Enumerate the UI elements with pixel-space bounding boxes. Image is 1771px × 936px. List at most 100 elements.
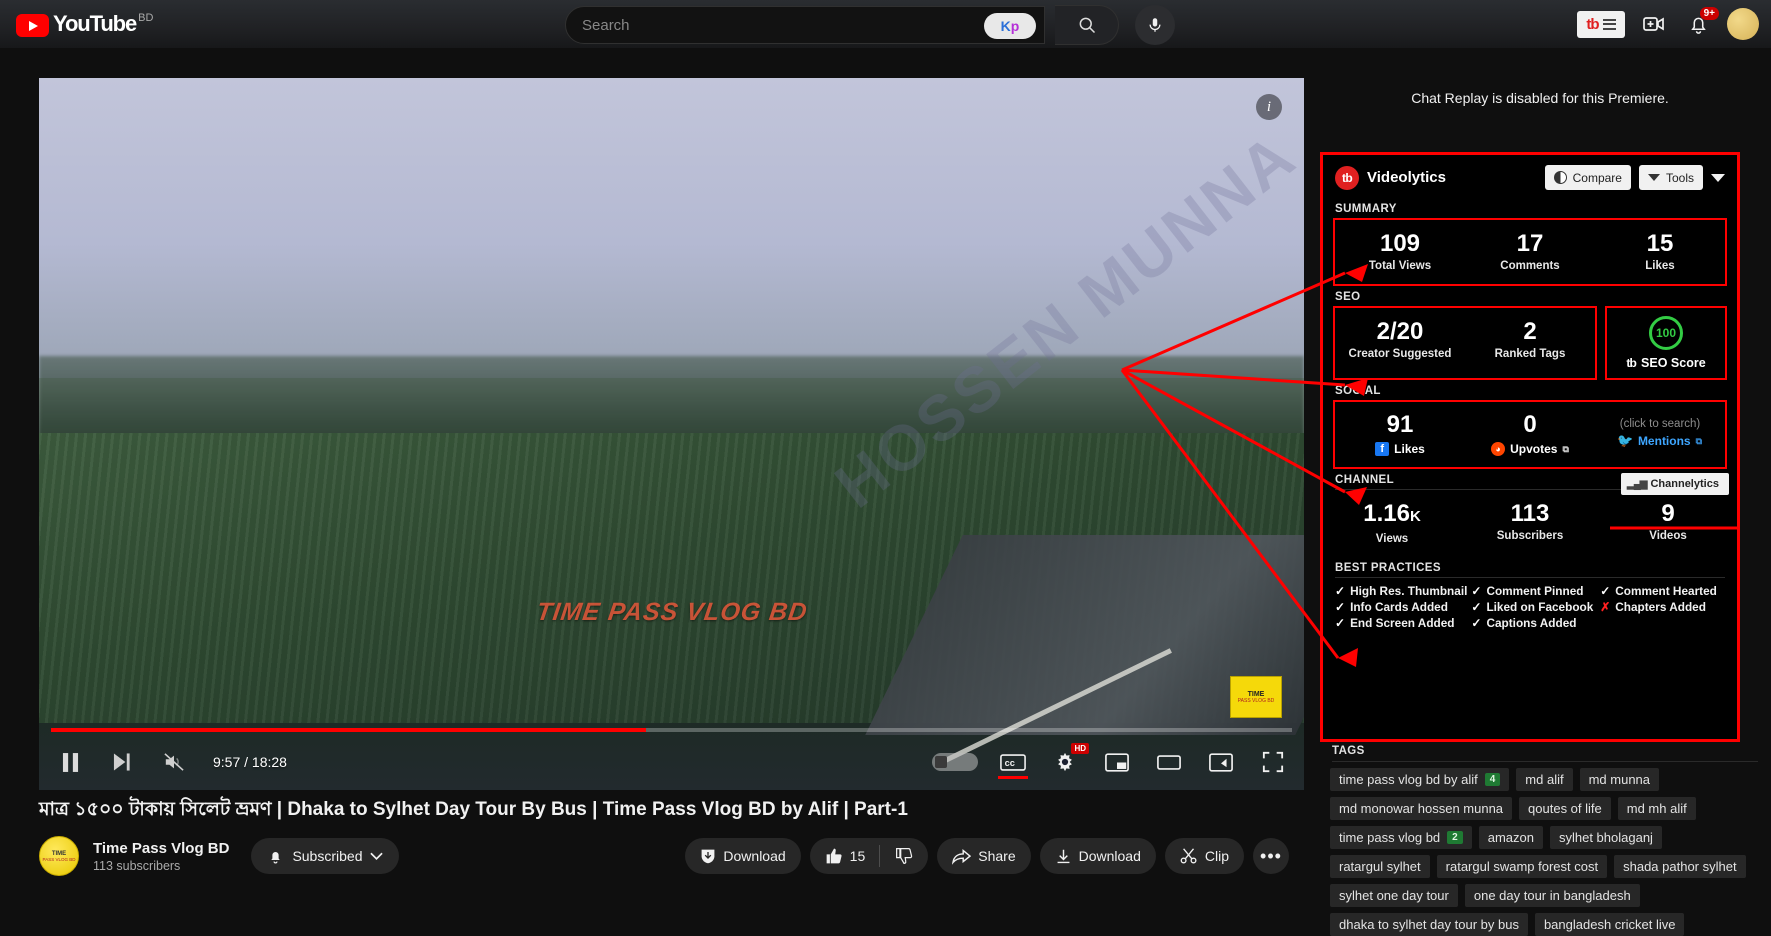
- share-button[interactable]: Share: [937, 838, 1031, 874]
- channel-avatar[interactable]: TIME PASS VLOG BD: [39, 836, 79, 876]
- reddit-icon: ◕: [1491, 442, 1506, 456]
- bell-icon: [271, 851, 281, 863]
- tag-chip[interactable]: md monowar hossen munna: [1330, 797, 1513, 820]
- collapse-panel-icon[interactable]: [1711, 173, 1725, 182]
- channel-videos-label: Videos: [1649, 530, 1687, 542]
- youtube-logo[interactable]: YouTube BD: [16, 11, 153, 37]
- tag-chip[interactable]: dhaka to sylhet day tour by bus: [1330, 913, 1528, 936]
- notification-count-badge: 9+: [1699, 7, 1719, 20]
- tag-label: md alif: [1525, 772, 1564, 787]
- best-practice-info-cards-added: ✓ Info Cards Added: [1335, 600, 1467, 614]
- tag-chip[interactable]: amazon: [1478, 826, 1543, 849]
- tools-button[interactable]: Tools: [1638, 165, 1703, 190]
- channel-name[interactable]: Time Pass Vlog BD: [93, 840, 229, 857]
- like-button[interactable]: 15: [810, 847, 880, 865]
- notifications-button[interactable]: 9+: [1683, 7, 1719, 39]
- tag-label: md munna: [1588, 772, 1651, 787]
- clip-button[interactable]: Clip: [1164, 838, 1244, 874]
- tag-chip[interactable]: ratargul swamp forest cost: [1436, 855, 1608, 878]
- channel-views-value: 1.16K: [1363, 500, 1421, 527]
- channel-videos-value: 9: [1661, 500, 1675, 527]
- summary-stats: 109 Total Views 17 Comments 15 Likes: [1335, 220, 1725, 284]
- summary-comments-stat: 17 Comments: [1465, 220, 1595, 284]
- settings-button[interactable]: HD: [1048, 743, 1089, 779]
- tag-rank-badge: 2: [1447, 831, 1463, 844]
- channel-corner-logo[interactable]: TIME PASS VLOG BD: [1230, 676, 1282, 718]
- tag-chip[interactable]: time pass vlog bd 2: [1330, 826, 1472, 849]
- summary-section: 109 Total Views 17 Comments 15 Likes: [1333, 218, 1727, 286]
- summary-comments-value: 17: [1516, 230, 1544, 257]
- best-practice-label: Comment Pinned: [1486, 584, 1584, 598]
- tools-label: Tools: [1665, 170, 1694, 185]
- scissors-icon: [1180, 848, 1197, 864]
- reddit-upvotes-label-row: ◕ Upvotes ⧉: [1465, 442, 1595, 456]
- twitter-mentions-stat[interactable]: (click to search) 🐦 Mentions ⧉: [1595, 402, 1725, 467]
- best-practice-high-res-thumbnail: ✓ High Res. Thumbnail: [1335, 584, 1467, 598]
- tag-chip[interactable]: md alif: [1516, 768, 1573, 791]
- progress-bar[interactable]: [39, 728, 1304, 732]
- create-video-button[interactable]: [1639, 9, 1669, 39]
- seo-creator-suggested-stat: 2/20 Creator Suggested: [1335, 308, 1465, 378]
- search-placeholder: Search: [582, 16, 630, 34]
- pause-button[interactable]: [53, 745, 87, 779]
- tag-chip[interactable]: ratargul sylhet: [1330, 855, 1430, 878]
- best-practice-liked-on-facebook: ✓ Liked on Facebook: [1471, 600, 1596, 614]
- youtube-masthead: YouTube BD Search Kp tb 9+: [0, 0, 1771, 48]
- facebook-icon: f: [1375, 442, 1390, 456]
- twitter-icon: 🐦: [1617, 433, 1634, 448]
- fullscreen-button[interactable]: [1256, 745, 1290, 779]
- dislike-button[interactable]: [880, 847, 928, 865]
- subscribed-button[interactable]: Subscribed: [251, 838, 400, 874]
- tag-chip[interactable]: sylhet bholaganj: [1549, 826, 1662, 849]
- volume-muted-icon: [164, 753, 184, 771]
- tag-chip[interactable]: md munna: [1579, 768, 1660, 791]
- best-practices-section-label: BEST PRACTICES: [1335, 562, 1441, 574]
- tubebuddy-menu-button[interactable]: tb: [1577, 10, 1625, 38]
- subtitles-button[interactable]: cc: [996, 747, 1030, 779]
- reddit-upvotes-stat[interactable]: 0 ◕ Upvotes ⧉: [1465, 402, 1595, 467]
- tag-chip[interactable]: bangladesh cricket live: [1534, 913, 1685, 936]
- tag-label: qoutes of life: [1528, 801, 1602, 816]
- search-button[interactable]: [1055, 5, 1119, 45]
- keywords-pro-badge[interactable]: Kp: [984, 13, 1036, 39]
- video-meta-row: TIME PASS VLOG BD Time Pass Vlog BD 113 …: [39, 830, 1289, 882]
- account-avatar[interactable]: [1727, 8, 1759, 40]
- seo-ranked-tags-stat: 2 Ranked Tags: [1465, 308, 1595, 378]
- more-actions-button[interactable]: •••: [1253, 838, 1289, 874]
- reddit-upvotes-value: 0: [1523, 411, 1537, 438]
- best-practice-end-screen-added: ✓ End Screen Added: [1335, 616, 1467, 630]
- svg-text:cc: cc: [1005, 758, 1015, 768]
- autoplay-toggle[interactable]: [932, 753, 978, 771]
- tag-chip[interactable]: md mh alif: [1617, 797, 1696, 820]
- thumbs-up-icon: [826, 848, 842, 864]
- download-extension-button[interactable]: Download: [685, 838, 801, 874]
- miniplayer-button[interactable]: [1100, 745, 1134, 779]
- tag-label: ratargul swamp forest cost: [1445, 859, 1599, 874]
- video-frame-sky: [39, 78, 1304, 378]
- tag-chip[interactable]: qoutes of life: [1519, 797, 1611, 820]
- video-player[interactable]: HOSSEN MUNNA TIME PASS VLOG BD i TIME PA…: [39, 78, 1304, 790]
- theater-mode-button[interactable]: [1152, 745, 1186, 779]
- compare-button[interactable]: Compare: [1544, 165, 1631, 190]
- video-action-buttons: Download 15 Share Download Clip •••: [685, 838, 1289, 874]
- tag-chip[interactable]: time pass vlog bd by alif 4: [1330, 768, 1510, 791]
- channelytics-tooltip[interactable]: ▂▄▆ Channelytics: [1621, 473, 1729, 495]
- channelytics-label: Channelytics: [1650, 478, 1719, 490]
- fullscreen-expand-button[interactable]: [1204, 745, 1238, 779]
- download-button[interactable]: Download: [1039, 838, 1156, 874]
- facebook-likes-stat: 91 f Likes: [1335, 402, 1465, 467]
- videolytics-header: tb Videolytics Compare Tools: [1323, 155, 1737, 198]
- mute-button[interactable]: [157, 745, 191, 779]
- tag-chip[interactable]: shada pathor sylhet: [1614, 855, 1746, 878]
- channel-subscriber-count: 113 subscribers: [93, 858, 181, 873]
- tag-label: md monowar hossen munna: [1339, 801, 1504, 816]
- seo-section-label: SEO: [1335, 291, 1361, 303]
- best-practice-label: Chapters Added: [1615, 600, 1706, 614]
- info-icon[interactable]: i: [1256, 94, 1282, 120]
- tubebuddy-logo-icon: tb: [1586, 15, 1599, 33]
- seo-score-card[interactable]: 100 tb SEO Score: [1605, 306, 1727, 380]
- bar-chart-icon: ▂▄▆: [1627, 478, 1647, 490]
- voice-search-button[interactable]: [1135, 5, 1175, 45]
- next-video-button[interactable]: [105, 745, 139, 779]
- search-input[interactable]: Search Kp: [565, 6, 1045, 44]
